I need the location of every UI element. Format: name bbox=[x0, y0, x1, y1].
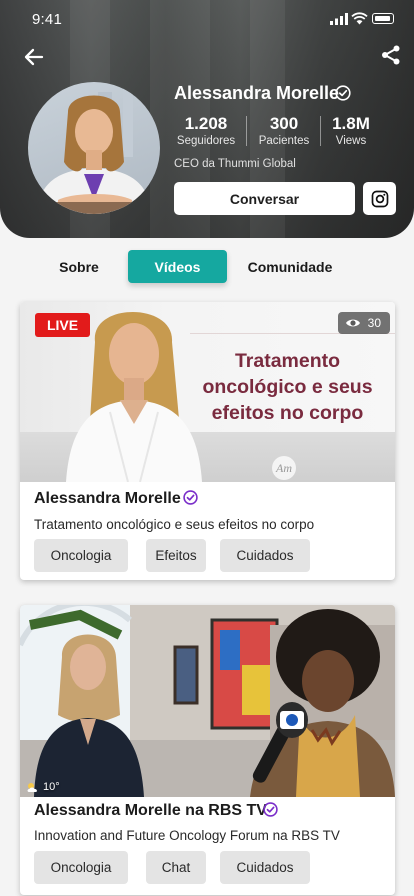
thumbnail-headline: Tratamento oncológico e seus efeitos no … bbox=[202, 350, 373, 424]
view-count: 30 bbox=[338, 312, 390, 334]
video-thumbnail[interactable]: 10° bbox=[20, 605, 395, 797]
tag-chip[interactable]: Oncologia bbox=[34, 851, 128, 884]
tag-chip[interactable]: Efeitos bbox=[146, 539, 206, 572]
instagram-icon bbox=[371, 190, 388, 207]
video-description: Innovation and Future Oncology Forum na … bbox=[34, 828, 340, 843]
profile-name: Alessandra Morelle bbox=[174, 83, 340, 103]
interview-scene bbox=[20, 605, 395, 797]
tab-comunidade[interactable]: Comunidade bbox=[240, 250, 340, 283]
profile-header: 9:41 Alessandra Morelle 1.208 Seguidores… bbox=[0, 0, 414, 238]
stat-divider bbox=[246, 116, 247, 146]
instagram-button[interactable] bbox=[363, 182, 396, 215]
stat-patients: 300 Pacientes bbox=[258, 114, 310, 147]
verified-icon bbox=[335, 85, 351, 101]
profile-tabs: Sobre Vídeos Comunidade bbox=[0, 250, 414, 283]
tab-videos[interactable]: Vídeos bbox=[128, 250, 227, 283]
verified-icon bbox=[183, 490, 198, 505]
weather-icon bbox=[27, 782, 37, 792]
video-description: Tratamento oncológico e seus efeitos no … bbox=[34, 517, 315, 532]
video-title[interactable]: Alessandra Morelle bbox=[34, 490, 181, 508]
eye-icon bbox=[346, 319, 360, 327]
tag-chip[interactable]: Cuidados bbox=[220, 539, 310, 572]
video-title[interactable]: Alessandra Morelle na RBS TV bbox=[34, 802, 267, 820]
avatar bbox=[28, 82, 160, 214]
video-card[interactable]: Tratamento oncológico e seus efeitos no … bbox=[20, 302, 395, 580]
status-time: 9:41 bbox=[32, 11, 62, 28]
status-bar: 9:41 bbox=[0, 0, 414, 40]
stat-views: 1.8M Views bbox=[332, 114, 370, 147]
stat-followers: 1.208 Seguidores bbox=[176, 114, 236, 147]
watermark-logo: Am bbox=[272, 456, 296, 480]
profile-stats: 1.208 Seguidores 300 Pacientes 1.8M View… bbox=[174, 114, 374, 150]
video-card[interactable]: 10° Alessandra Morelle na RBS TV Innovat… bbox=[20, 605, 395, 895]
verified-icon bbox=[263, 802, 278, 817]
tag-chip[interactable]: Cuidados bbox=[220, 851, 310, 884]
back-arrow-icon[interactable] bbox=[22, 45, 46, 69]
tag-chip[interactable]: Chat bbox=[146, 851, 206, 884]
battery-icon bbox=[372, 13, 394, 24]
wifi-icon bbox=[351, 12, 368, 25]
live-badge: LIVE bbox=[35, 313, 90, 337]
share-icon[interactable] bbox=[380, 44, 402, 66]
profile-role: CEO da Thummi Global bbox=[174, 158, 296, 170]
video-thumbnail[interactable]: Tratamento oncológico e seus efeitos no … bbox=[20, 302, 395, 482]
weather-overlay: 10° bbox=[26, 781, 60, 793]
message-button[interactable]: Conversar bbox=[174, 182, 355, 215]
tab-sobre[interactable]: Sobre bbox=[45, 250, 113, 283]
tag-chip[interactable]: Oncologia bbox=[34, 539, 128, 572]
signal-icon bbox=[330, 13, 348, 25]
